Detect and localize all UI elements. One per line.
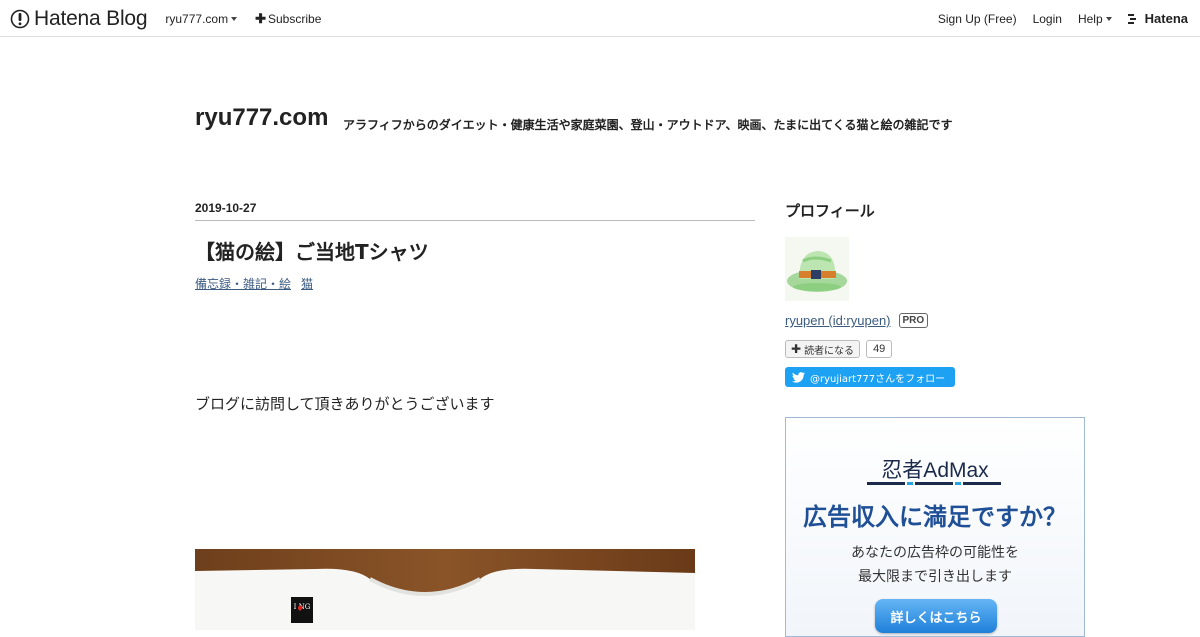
ad-cta-button[interactable]: 詳しくはこちら	[875, 599, 997, 633]
entry-body-text: ブログに訪問して頂きありがとうございます	[195, 395, 495, 413]
profile-line: ryupen (id:ryupen) PRO	[785, 313, 929, 328]
hatena-logo[interactable]: Hatena	[1127, 11, 1188, 26]
ad-subline-2: 最大限まで引き出します	[858, 569, 1012, 585]
help-menu[interactable]: Help	[1078, 12, 1112, 26]
entry-categories: 備忘録・雑記・絵 猫	[195, 275, 323, 292]
ad-logo-underline	[867, 482, 1001, 485]
logo-text: Hatena Blog	[34, 6, 148, 30]
blog-menu-label: ryu777.com	[165, 11, 229, 26]
pro-badge[interactable]: PRO	[898, 313, 929, 328]
help-label: Help	[1077, 11, 1103, 26]
ad-headline: 広告収入に満足ですか？	[803, 503, 1067, 531]
ad-logo: 忍者AdMax	[881, 459, 989, 482]
category-link[interactable]: 猫	[301, 275, 313, 292]
avatar[interactable]	[785, 237, 849, 301]
ad-banner[interactable]: 忍者AdMax 広告収入に満足ですか？ あなたの広告枠の可能性を 最大限まで引き…	[785, 417, 1085, 637]
global-header: Hatena Blog ryu777.com ✚ Subscribe Sign …	[0, 0, 1200, 37]
subscribe-row: ✚ 読者になる 49	[785, 340, 893, 358]
blog-menu[interactable]: ryu777.com	[165, 11, 238, 26]
tshirt-photo-graphic: I NG	[195, 549, 695, 630]
hatena-icon	[1127, 13, 1136, 24]
twitter-follow-label: @ryujiart777さんをフォロー	[810, 373, 946, 385]
twitter-bird-icon	[792, 371, 805, 383]
subscribe-label: Subscribe	[268, 11, 322, 26]
blog-description: アラフィフからのダイエット・健康生活や家庭菜園、登山・アウトドア、映画、たまに出…	[343, 118, 953, 132]
profile-heading: プロフィール	[785, 202, 875, 220]
chevron-down-icon	[1105, 17, 1112, 21]
signup-link[interactable]: Sign Up (Free)	[938, 12, 1017, 26]
subscriber-count[interactable]: 49	[866, 340, 893, 358]
subscribe-link[interactable]: ✚ Subscribe	[255, 11, 321, 27]
hatena-blog-logo[interactable]: Hatena Blog	[10, 6, 148, 31]
ad-subline-1: あなたの広告枠の可能性を	[851, 545, 1019, 561]
reader-subscribe-button[interactable]: ✚ 読者になる	[785, 340, 861, 358]
category-link[interactable]: 備忘録・雑記・絵	[195, 275, 291, 292]
plus-icon: ✚	[255, 10, 266, 26]
date-divider	[195, 220, 755, 221]
plus-icon: ✚	[791, 342, 802, 356]
hatena-blog-icon	[10, 9, 30, 28]
tshirt-photo: I NG	[195, 549, 695, 630]
entry-title[interactable]: 【猫の絵】ご当地Tシャツ	[195, 236, 429, 265]
profile-name-link[interactable]: ryupen (id:ryupen)	[785, 313, 891, 328]
subscribe-button-label: 読者になる	[804, 345, 855, 357]
twitter-follow-button[interactable]: @ryujiart777さんをフォロー	[785, 367, 955, 387]
login-link[interactable]: Login	[1033, 12, 1062, 26]
blog-title[interactable]: ryu777.com	[195, 104, 328, 132]
avatar-image	[785, 237, 849, 301]
hatena-label: Hatena	[1144, 11, 1188, 26]
entry-date[interactable]: 2019-10-27	[195, 201, 256, 215]
chevron-down-icon	[231, 17, 238, 21]
